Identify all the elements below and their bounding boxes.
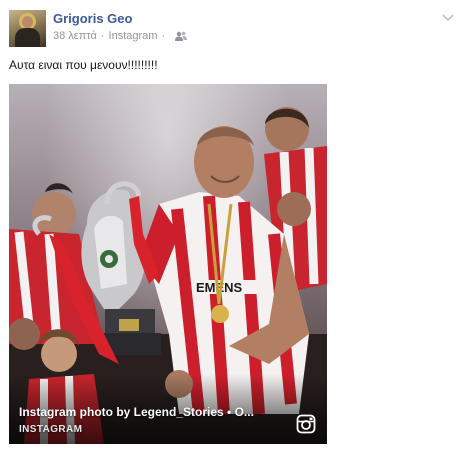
meta-separator: · — [161, 30, 166, 42]
facebook-post: Grigoris Geo 38 λεπτά · Instagram · Αυτα… — [0, 0, 460, 458]
author-name-link[interactable]: Grigoris Geo — [53, 11, 132, 26]
friends-icon[interactable] — [175, 31, 188, 41]
avatar-robe — [15, 28, 40, 47]
avatar[interactable] — [9, 10, 46, 47]
meta-separator: · — [100, 30, 105, 42]
post-timestamp[interactable]: 38 λεπτά — [53, 30, 97, 42]
post-source-link[interactable]: Instagram — [109, 30, 158, 42]
instagram-attachment[interactable]: EMENS Instagram photo by Legend_Stories … — [9, 84, 327, 444]
chevron-down-icon[interactable] — [442, 10, 454, 22]
avatar-head — [22, 16, 33, 28]
post-message: Αυτα ειναι που μενουν!!!!!!!!! — [9, 58, 158, 72]
attachment-title[interactable]: Instagram photo by Legend_Stories • O... — [19, 405, 281, 419]
attachment-source: INSTAGRAM — [19, 424, 83, 435]
post-meta: 38 λεπτά · Instagram · — [53, 30, 188, 42]
instagram-icon — [296, 414, 316, 434]
